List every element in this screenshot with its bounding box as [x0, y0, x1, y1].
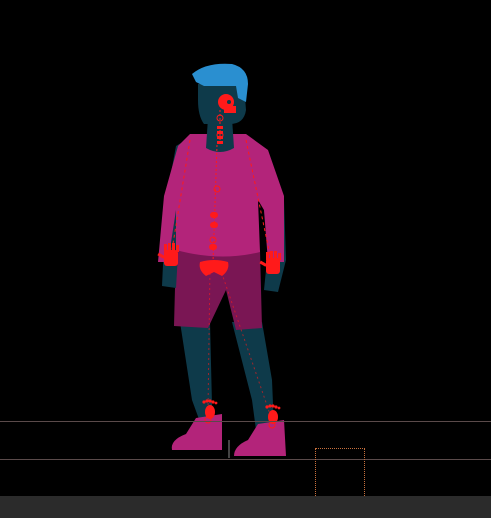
right-leg: [232, 322, 274, 430]
left-shoe: [171, 414, 222, 450]
right-shoe: [234, 420, 286, 456]
shirt: [158, 134, 284, 262]
bottom-status-bar: [0, 496, 491, 518]
ground-line-upper: [0, 421, 491, 422]
animation-viewport[interactable]: [0, 0, 491, 496]
selection-box[interactable]: [315, 448, 365, 496]
ground-line-lower: [0, 459, 491, 460]
